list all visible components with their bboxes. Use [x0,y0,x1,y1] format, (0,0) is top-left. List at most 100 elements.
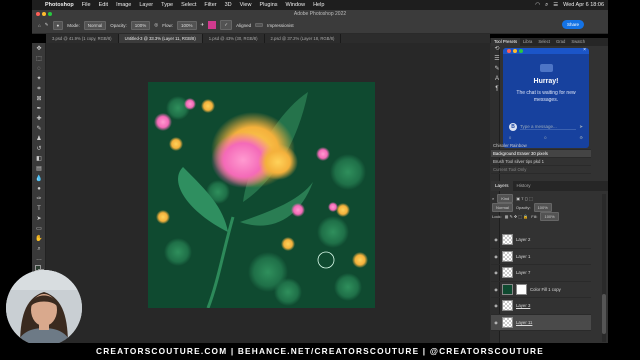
chat-settings-icon[interactable]: ⚙ [579,135,583,140]
menu-edit[interactable]: Edit [99,2,108,8]
lock-icons[interactable]: ▦ ✎ ✥ ⬚ 🔒 [505,214,529,219]
layer-kind-select[interactable]: Kind [497,194,514,203]
menu-plugins[interactable]: Plugins [259,2,277,8]
gradient-tool-icon[interactable]: ▤ [35,165,43,173]
menu-app-name[interactable]: Photoshop [45,2,74,8]
clone-stamp-preset-icon[interactable]: ✎ [45,22,49,28]
blur-tool-icon[interactable]: 💧 [35,175,43,183]
tab-doc-3[interactable]: 1.psd @ 43% (30, RGB/8) [203,34,265,43]
flow-input[interactable]: 100% [176,20,197,30]
tab-select[interactable]: Select [535,38,553,46]
minimize-window-icon[interactable] [42,12,46,16]
crop-tool-icon[interactable]: ⌗ [35,85,43,93]
clone-stamp-tool-icon[interactable]: ♟ [35,135,43,143]
menu-select[interactable]: Select [181,2,196,8]
preset-item[interactable]: Chisoler Rainbow [491,142,591,150]
shape-tool-icon[interactable]: ▭ [35,225,43,233]
chat-avatar[interactable]: B [509,122,517,131]
eye-icon[interactable]: ◉ [493,287,499,292]
eye-icon[interactable]: ◉ [493,320,499,325]
layer-row[interactable]: ◉ Layer 1 [491,249,591,265]
search-icon[interactable]: ⌕ [545,2,548,9]
history-panel-icon[interactable]: ⟲ [493,45,501,53]
chat-minimize-dot-icon[interactable] [513,49,517,53]
chat-zoom-dot-icon[interactable] [519,49,523,53]
menu-type[interactable]: Type [161,2,173,8]
properties-panel-icon[interactable]: ☰ [493,55,501,63]
share-button[interactable]: Share [561,20,584,29]
pressure-opacity-icon[interactable]: ◎ [154,22,158,28]
artwork-canvas[interactable] [148,82,375,308]
chat-send-icon[interactable]: ➤ [579,124,583,130]
control-center-icon[interactable]: ☰ [553,2,558,8]
eraser-tool-icon[interactable]: ◧ [35,155,43,163]
chat-dismiss-icon[interactable]: × [583,47,586,54]
impressionist-checkbox[interactable] [255,23,264,27]
menu-filter[interactable]: Filter [204,2,216,8]
menu-layer[interactable]: Layer [139,2,153,8]
tab-doc-2[interactable]: Untitled-3 @ 33.3% (Layer 11, RGB/8) [118,34,203,43]
chat-message-input[interactable]: Type a message... [520,124,577,130]
close-window-icon[interactable] [36,12,40,16]
tab-doc-4[interactable]: 2.psd @ 37.2% (Layer 18, RGB/8) [265,34,342,43]
current-tool-only-option[interactable]: Current Tool Only [491,166,591,174]
color-swatch[interactable] [208,21,217,29]
character-panel-icon[interactable]: A [493,75,501,83]
menu-file[interactable]: File [82,2,91,8]
menubar-datetime[interactable]: Wed Apr 6 18:06 [563,2,604,8]
eye-icon[interactable]: ◉ [493,270,499,275]
preset-item[interactable]: Background Eraser 30 pixels [491,150,591,158]
brush-size-picker[interactable]: ● [52,20,64,30]
eye-icon[interactable]: ◉ [493,254,499,259]
eyedropper-tool-icon[interactable]: ✒ [35,105,43,113]
eye-icon[interactable]: ◉ [493,237,499,242]
marquee-tool-icon[interactable]: ⬚ [35,55,43,63]
tab-history[interactable]: History [513,181,535,191]
menu-window[interactable]: Window [286,2,306,8]
layer-row[interactable]: ◉ Color Fill 1 copy [491,282,591,298]
fill-input[interactable]: 100% [540,212,559,221]
filter-icons[interactable]: ▣ T ◻ ⬚ [516,196,533,201]
chat-close-dot-icon[interactable] [507,49,511,53]
tab-swatches[interactable]: Swatch [568,38,588,46]
menu-view[interactable]: View [240,2,252,8]
more-tools-icon[interactable]: … [35,255,43,263]
wifi-icon[interactable]: ◠ [535,2,540,8]
scrollbar-thumb[interactable] [602,294,606,334]
frame-tool-icon[interactable]: ⊠ [35,95,43,103]
layer-opacity-input[interactable]: 100% [533,203,552,212]
layers-scrollbar[interactable] [602,194,606,342]
quick-select-tool-icon[interactable]: ✦ [35,75,43,83]
blend-mode-select[interactable]: Normal [492,203,513,212]
preset-item[interactable]: Brush Tool silver tips pkd 1 [491,158,591,166]
mode-select[interactable]: Normal [83,20,107,30]
aligned-checkbox[interactable]: ✓ [220,20,233,30]
path-select-tool-icon[interactable]: ➤ [35,215,43,223]
zoom-window-icon[interactable] [48,12,52,16]
tab-doc-1[interactable]: 3.psd @ 41.9% (1 copy, RGB/8) [46,34,119,43]
healing-tool-icon[interactable]: ✚ [35,115,43,123]
tab-libraries[interactable]: Libra [520,38,535,46]
paragraph-panel-icon[interactable]: ¶ [493,85,501,93]
dodge-tool-icon[interactable]: ● [35,185,43,193]
lasso-tool-icon[interactable]: ◌ [35,65,43,73]
type-tool-icon[interactable]: T [35,205,43,213]
hand-tool-icon[interactable]: ✋ [35,235,43,243]
menu-image[interactable]: Image [116,2,131,8]
opacity-input[interactable]: 100% [130,20,151,30]
tab-layers[interactable]: Layers [491,181,513,191]
menu-help[interactable]: Help [313,2,324,8]
layer-row-selected[interactable]: ◉ Layer 11 [491,314,591,331]
brush-tool-icon[interactable]: ✎ [35,125,43,133]
tab-tool-presets[interactable]: Tool Presets [491,38,521,46]
airbrush-icon[interactable]: ✈ [201,22,205,28]
move-tool-icon[interactable]: ✥ [35,45,43,53]
home-icon[interactable]: ⌂ [38,23,41,28]
layer-row[interactable]: ◉ Layer 7 [491,265,591,282]
zoom-tool-icon[interactable]: ⌕ [35,245,43,253]
brush-settings-icon[interactable]: ✎ [493,65,501,73]
history-brush-tool-icon[interactable]: ↺ [35,145,43,153]
eye-icon[interactable]: ◉ [493,303,499,308]
pen-tool-icon[interactable]: ✑ [35,195,43,203]
menu-3d[interactable]: 3D [225,2,232,8]
